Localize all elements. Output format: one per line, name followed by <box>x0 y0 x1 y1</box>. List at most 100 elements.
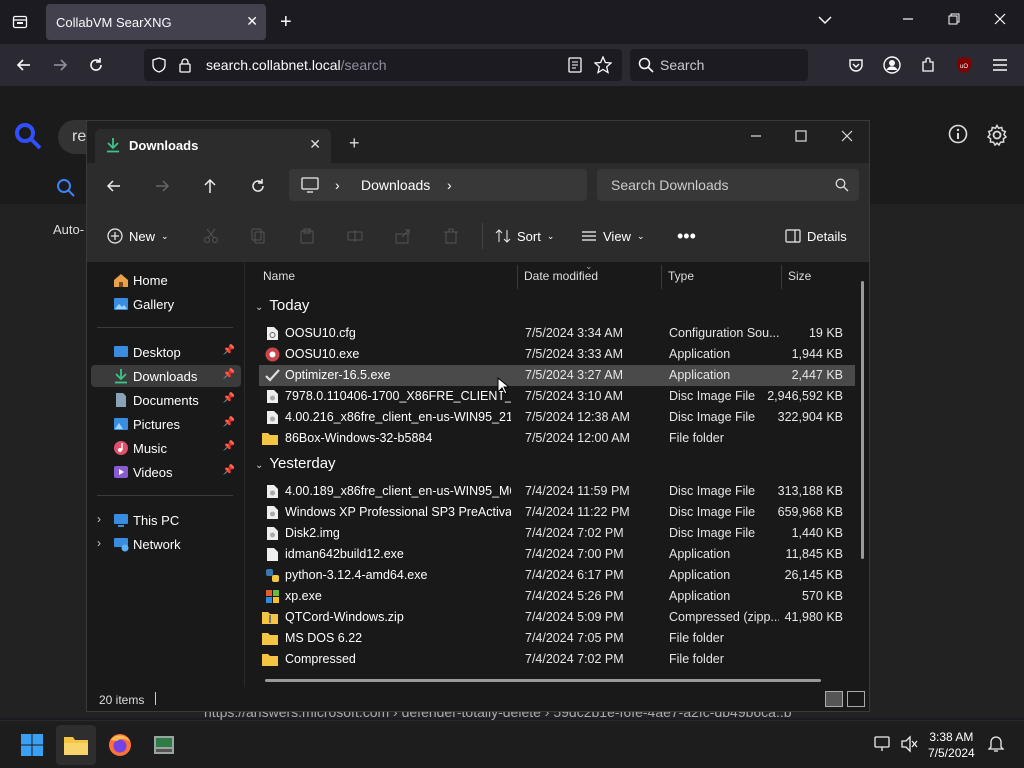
explorer-tab[interactable]: Downloads ✕ <box>95 129 331 163</box>
file-row[interactable]: 4.00.189_x86fre_client_en-us-WIN95_M6_..… <box>259 481 855 502</box>
file-row[interactable]: 86Box-Windows-32-b5884 7/5/2024 12:00 AM… <box>259 428 855 449</box>
group-header-today[interactable]: ⌄ Today <box>255 297 309 314</box>
settings-gear-icon[interactable] <box>986 124 1008 151</box>
pin-icon[interactable]: 📌 <box>223 441 235 452</box>
nav-item-videos[interactable]: Videos 📌 <box>91 461 241 483</box>
delete-icon[interactable] <box>443 225 459 247</box>
nav-item-documents[interactable]: Documents 📌 <box>91 389 241 411</box>
lock-icon[interactable] <box>178 57 192 78</box>
shield-icon[interactable] <box>152 57 166 78</box>
group-header-yesterday[interactable]: ⌄ Yesterday <box>255 455 336 472</box>
column-separator[interactable] <box>781 265 782 289</box>
collapse-chevron-icon[interactable]: ⌄ <box>255 302 263 313</box>
restore-icon[interactable] <box>948 12 960 28</box>
minimize-icon[interactable] <box>741 129 771 146</box>
breadcrumb-downloads[interactable]: Downloads <box>361 177 430 193</box>
paste-icon[interactable] <box>299 225 315 247</box>
bookmark-star-icon[interactable] <box>593 55 613 79</box>
column-header-name[interactable]: Name <box>263 269 295 283</box>
file-row[interactable]: Disk2.img 7/4/2024 7:02 PM Disc Image Fi… <box>259 523 855 544</box>
new-tab-button[interactable]: + <box>280 10 292 34</box>
collapse-chevron-icon[interactable]: ⌄ <box>255 460 263 471</box>
large-icons-view-icon[interactable] <box>847 691 865 707</box>
file-row[interactable]: OOSU10.cfg 7/5/2024 3:34 AM Configuratio… <box>259 323 855 344</box>
file-row[interactable]: 7978.0.110406-1700_X86FRE_CLIENT_EN-... … <box>259 386 855 407</box>
account-icon[interactable] <box>880 53 904 77</box>
pin-icon[interactable]: 📌 <box>223 465 235 476</box>
file-row[interactable]: python-3.12.4-amd64.exe 7/4/2024 6:17 PM… <box>259 565 855 586</box>
list-all-tabs-icon[interactable] <box>8 10 32 34</box>
copy-icon[interactable] <box>251 225 267 247</box>
explorer-new-tab-button[interactable]: + <box>349 133 360 153</box>
nav-item-pictures[interactable]: Pictures 📌 <box>91 413 241 435</box>
browser-search-box[interactable]: Search <box>630 49 808 81</box>
pocket-icon[interactable] <box>844 53 868 77</box>
taskbar-file-explorer[interactable] <box>56 725 96 765</box>
expand-chevron-icon[interactable]: › <box>97 536 101 550</box>
back-arrow-icon[interactable] <box>103 175 125 197</box>
hamburger-menu-icon[interactable] <box>988 53 1012 77</box>
forward-arrow-icon[interactable] <box>151 175 173 197</box>
pin-icon[interactable]: 📌 <box>223 393 235 404</box>
nav-item-network[interactable]: › Network <box>91 533 241 555</box>
file-row[interactable]: idman642build12.exe 7/4/2024 7:00 PM App… <box>259 544 855 565</box>
file-row[interactable]: 4.00.216_x86fre_client_en-us-WIN95_216-.… <box>259 407 855 428</box>
nav-item-downloads[interactable]: Downloads 📌 <box>91 365 241 387</box>
tab-overflow-chevron-icon[interactable] <box>818 12 832 28</box>
url-bar[interactable]: search.collabnet.local/search <box>144 49 622 81</box>
start-button[interactable] <box>12 725 52 765</box>
ublock-origin-icon[interactable]: uO <box>952 53 976 77</box>
forward-arrow-icon[interactable] <box>48 53 72 77</box>
network-tray-icon[interactable] <box>874 735 892 758</box>
taskbar-firefox[interactable] <box>100 725 140 765</box>
new-button[interactable]: New ⌄ <box>107 225 169 247</box>
details-view-icon[interactable] <box>825 691 843 707</box>
breadcrumb-chevron-icon[interactable]: › <box>447 177 452 193</box>
details-button[interactable]: Details <box>785 225 847 247</box>
rename-icon[interactable] <box>347 225 363 247</box>
column-separator[interactable] <box>517 265 518 289</box>
pin-icon[interactable]: 📌 <box>223 345 235 356</box>
pin-icon[interactable]: 📌 <box>223 417 235 428</box>
file-row[interactable]: OOSU10.exe 7/5/2024 3:33 AM Application … <box>259 344 855 365</box>
back-arrow-icon[interactable] <box>12 53 36 77</box>
horizontal-scrollbar[interactable] <box>265 679 821 682</box>
reader-view-icon[interactable] <box>568 57 582 78</box>
share-icon[interactable] <box>395 225 411 247</box>
file-row[interactable]: xp.exe 7/4/2024 5:26 PM Application 570 … <box>259 586 855 607</box>
close-tab-icon[interactable]: ✕ <box>309 136 321 153</box>
file-row[interactable]: Compressed 7/4/2024 7:02 PM File folder <box>259 649 855 670</box>
extensions-icon[interactable] <box>916 53 940 77</box>
reload-icon[interactable] <box>84 53 108 77</box>
expand-chevron-icon[interactable]: › <box>97 512 101 526</box>
pin-icon[interactable]: 📌 <box>223 369 235 380</box>
file-row-selected[interactable]: Optimizer-16.5.exe 7/5/2024 3:27 AM Appl… <box>259 365 855 386</box>
taskbar-86box[interactable] <box>144 725 184 765</box>
nav-item-this-pc[interactable]: › This PC <box>91 509 241 531</box>
refresh-icon[interactable] <box>247 175 269 197</box>
explorer-title-bar[interactable]: Downloads ✕ + <box>87 121 869 163</box>
file-row[interactable]: Windows XP Professional SP3 PreActivat..… <box>259 502 855 523</box>
searxng-logo-icon[interactable] <box>14 122 42 155</box>
minimize-icon[interactable] <box>902 12 914 28</box>
up-arrow-icon[interactable] <box>199 175 221 197</box>
explorer-search-box[interactable]: Search Downloads <box>597 169 859 201</box>
monitor-icon[interactable] <box>301 177 319 198</box>
nav-item-gallery[interactable]: Gallery <box>91 293 241 315</box>
more-options-icon[interactable]: ••• <box>677 225 696 247</box>
taskbar-clock[interactable]: 3:38 AM 7/5/2024 <box>928 729 975 761</box>
column-separator[interactable] <box>661 265 662 289</box>
volume-muted-icon[interactable] <box>900 735 918 758</box>
vertical-scrollbar[interactable] <box>861 281 864 559</box>
nav-item-home[interactable]: Home <box>91 269 241 291</box>
view-button[interactable]: View ⌄ <box>581 225 645 247</box>
notification-bell-icon[interactable] <box>987 735 1005 758</box>
info-icon[interactable] <box>948 124 968 149</box>
nav-item-desktop[interactable]: Desktop 📌 <box>91 341 241 363</box>
general-tab-icon[interactable] <box>56 178 76 203</box>
close-tab-icon[interactable]: ✕ <box>246 13 258 30</box>
explorer-path-box[interactable]: › Downloads › <box>289 169 587 201</box>
file-row[interactable]: MS DOS 6.22 7/4/2024 7:05 PM File folder <box>259 628 855 649</box>
browser-tab[interactable]: CollabVM SearXNG ✕ <box>46 4 266 40</box>
breadcrumb-chevron-icon[interactable]: › <box>335 177 340 193</box>
